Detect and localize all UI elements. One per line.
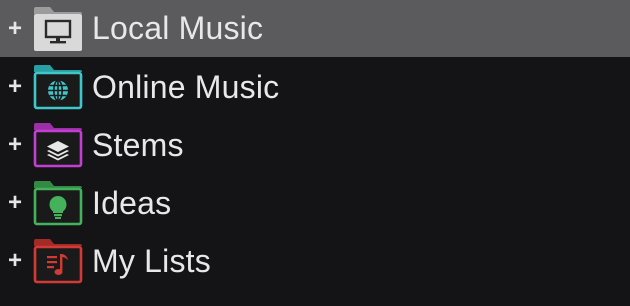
expand-toggle[interactable]: + bbox=[0, 75, 30, 99]
playlist-icon bbox=[32, 237, 84, 285]
tree-item-ideas[interactable]: + Ideas bbox=[0, 174, 630, 232]
expand-toggle[interactable]: + bbox=[0, 249, 30, 273]
tree-item-label: My Lists bbox=[92, 242, 211, 279]
tree-item-stems[interactable]: + Stems bbox=[0, 116, 630, 174]
expand-toggle[interactable]: + bbox=[0, 16, 30, 41]
expand-toggle[interactable]: + bbox=[0, 191, 30, 215]
layers-icon bbox=[32, 121, 84, 169]
monitor-icon bbox=[32, 5, 84, 53]
tree-item-online-music[interactable]: + Online Music bbox=[0, 58, 630, 116]
tree-item-my-lists[interactable]: + My Lists bbox=[0, 232, 630, 290]
lightbulb-icon bbox=[32, 179, 84, 227]
tree-item-label: Ideas bbox=[92, 184, 172, 221]
globe-icon bbox=[32, 63, 84, 111]
tree-item-local-music[interactable]: + Local Music bbox=[0, 0, 630, 57]
expand-toggle[interactable]: + bbox=[0, 133, 30, 157]
tree-item-label: Online Music bbox=[92, 68, 280, 105]
tree-item-label: Stems bbox=[92, 126, 184, 163]
tree-item-label: Local Music bbox=[92, 10, 264, 46]
browser-tree: + Local Music + Online Music + Stems + I… bbox=[0, 0, 630, 306]
